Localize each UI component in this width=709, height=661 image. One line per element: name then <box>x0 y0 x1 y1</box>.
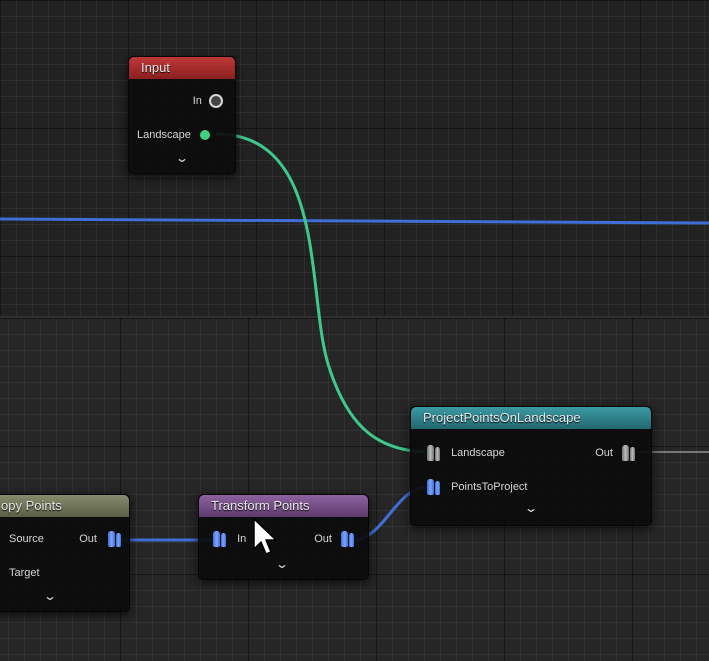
copy-points-node-title: opy Points <box>1 498 62 513</box>
project-out-pin-row: Out <box>595 445 635 461</box>
project-points-node-title: ProjectPointsOnLandscape <box>423 410 581 425</box>
project-landscape-pin-row: Landscape <box>427 445 505 461</box>
point-data-pin-icon[interactable] <box>108 531 121 547</box>
input-node[interactable]: Input In Landscape ⌄ <box>128 56 236 174</box>
landscape-pin-icon[interactable] <box>199 130 210 141</box>
project-points-pin-row: PointsToProject <box>427 479 528 495</box>
mouse-cursor-icon <box>253 518 277 555</box>
point-data-pin-icon[interactable] <box>341 531 354 547</box>
point-data-pin-icon[interactable] <box>427 445 440 461</box>
chevron-down-icon[interactable]: ⌄ <box>43 589 57 603</box>
transform-points-node[interactable]: Transform Points In Out ⌄ <box>198 494 369 580</box>
input-node-header[interactable]: Input <box>129 57 235 79</box>
copy-source-pin-row: Source <box>9 533 44 545</box>
input-in-pin-row: In <box>193 94 223 108</box>
input-in-label: In <box>192 94 202 107</box>
copy-source-label: Source <box>9 533 44 545</box>
transform-points-node-title: Transform Points <box>211 498 310 513</box>
copy-out-label: Out <box>79 532 97 545</box>
transform-out-pin-row: Out <box>314 531 354 547</box>
project-points-node[interactable]: ProjectPointsOnLandscape Landscape Out P… <box>410 406 652 526</box>
chevron-down-icon[interactable]: ⌄ <box>275 557 289 571</box>
graph-canvas-upper[interactable] <box>0 0 709 318</box>
chevron-down-icon[interactable]: ⌄ <box>175 151 189 165</box>
transform-in-label: In <box>237 532 247 545</box>
copy-points-node-header[interactable]: opy Points <box>0 495 129 517</box>
copy-out-pin-row: Out <box>79 531 121 547</box>
project-points-node-header[interactable]: ProjectPointsOnLandscape <box>411 407 651 429</box>
transform-out-label: Out <box>314 532 332 545</box>
input-node-title: Input <box>141 60 170 75</box>
input-landscape-label: Landscape <box>137 129 191 141</box>
project-points-label: PointsToProject <box>451 480 528 493</box>
point-data-pin-icon[interactable] <box>213 531 226 547</box>
project-landscape-label: Landscape <box>451 446 505 459</box>
project-out-label: Out <box>595 446 613 459</box>
copy-points-node[interactable]: opy Points Source Out Target ⌄ <box>0 494 130 612</box>
point-data-pin-icon[interactable] <box>427 479 440 495</box>
transform-points-node-header[interactable]: Transform Points <box>199 495 368 517</box>
transform-in-pin-row: In <box>213 531 246 547</box>
input-landscape-pin-row: Landscape <box>137 129 210 141</box>
point-data-pin-icon[interactable] <box>622 445 635 461</box>
copy-target-pin-row: Target <box>9 567 40 579</box>
chevron-down-icon[interactable]: ⌄ <box>524 501 538 515</box>
ring-pin-icon[interactable] <box>209 94 223 108</box>
copy-target-label: Target <box>9 567 40 579</box>
